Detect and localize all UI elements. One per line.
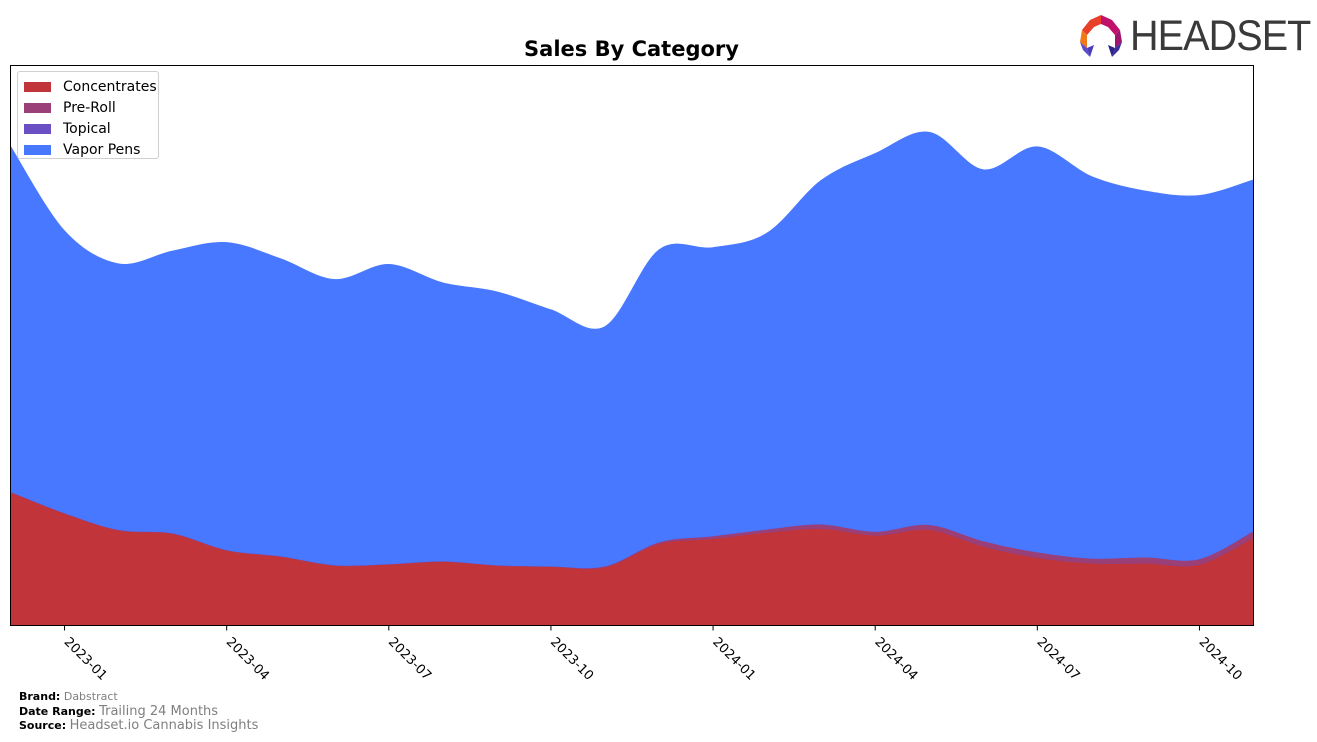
x-tick-label: 2023-10	[547, 635, 596, 684]
area-vapor-pens	[10, 131, 1254, 569]
footer-brand: Brand: Dabstract	[19, 690, 118, 703]
x-axis: 2023-01 2023-04 2023-07 2023-10 2024-01 2024-…	[61, 625, 1245, 684]
footer-source: Source: Headset.io Cannabis Insights	[19, 718, 258, 733]
x-tick-label: 2024-01	[709, 635, 758, 684]
legend-swatch-pre-roll	[24, 102, 51, 113]
x-tick-label: 2024-07	[1033, 635, 1082, 684]
chart-canvas: 2023-01 2023-04 2023-07 2023-10 2024-01 2024-…	[10, 65, 1254, 684]
legend-swatch-topical	[24, 123, 51, 134]
series-areas	[10, 131, 1254, 626]
x-tick-label: 2024-04	[871, 635, 920, 684]
legend-swatch-concentrates	[24, 81, 51, 92]
headset-logo: HEADSET	[1078, 13, 1317, 59]
date-range-value: Trailing 24 Months	[99, 704, 219, 719]
legend-label: Topical	[63, 120, 111, 137]
legend-label: Vapor Pens	[63, 141, 141, 158]
logo-text: HEADSET	[1130, 11, 1311, 60]
date-range-label: Date Range:	[19, 705, 96, 718]
x-tick-label: 2023-01	[61, 635, 110, 684]
legend-label: Concentrates	[63, 78, 157, 95]
headset-logo-icon	[1080, 15, 1122, 57]
legend: Concentrates Pre-Roll Topical Vapor Pens	[17, 71, 159, 159]
legend-item-topical: Topical	[18, 118, 158, 139]
legend-label: Pre-Roll	[63, 99, 116, 116]
brand-label: Brand:	[19, 690, 61, 703]
legend-item-concentrates: Concentrates	[18, 76, 158, 97]
brand-value: Dabstract	[63, 690, 118, 703]
x-tick-label: 2023-04	[223, 635, 272, 684]
source-value: Headset.io Cannabis Insights	[69, 718, 259, 733]
x-tick-label: 2024-10	[1196, 635, 1245, 684]
legend-item-pre-roll: Pre-Roll	[18, 97, 158, 118]
source-label: Source:	[19, 719, 67, 732]
legend-item-vapor-pens: Vapor Pens	[18, 139, 158, 160]
x-tick-label: 2023-07	[385, 635, 434, 684]
legend-swatch-vapor-pens	[24, 144, 51, 155]
footer-date-range: Date Range: Trailing 24 Months	[19, 704, 218, 719]
